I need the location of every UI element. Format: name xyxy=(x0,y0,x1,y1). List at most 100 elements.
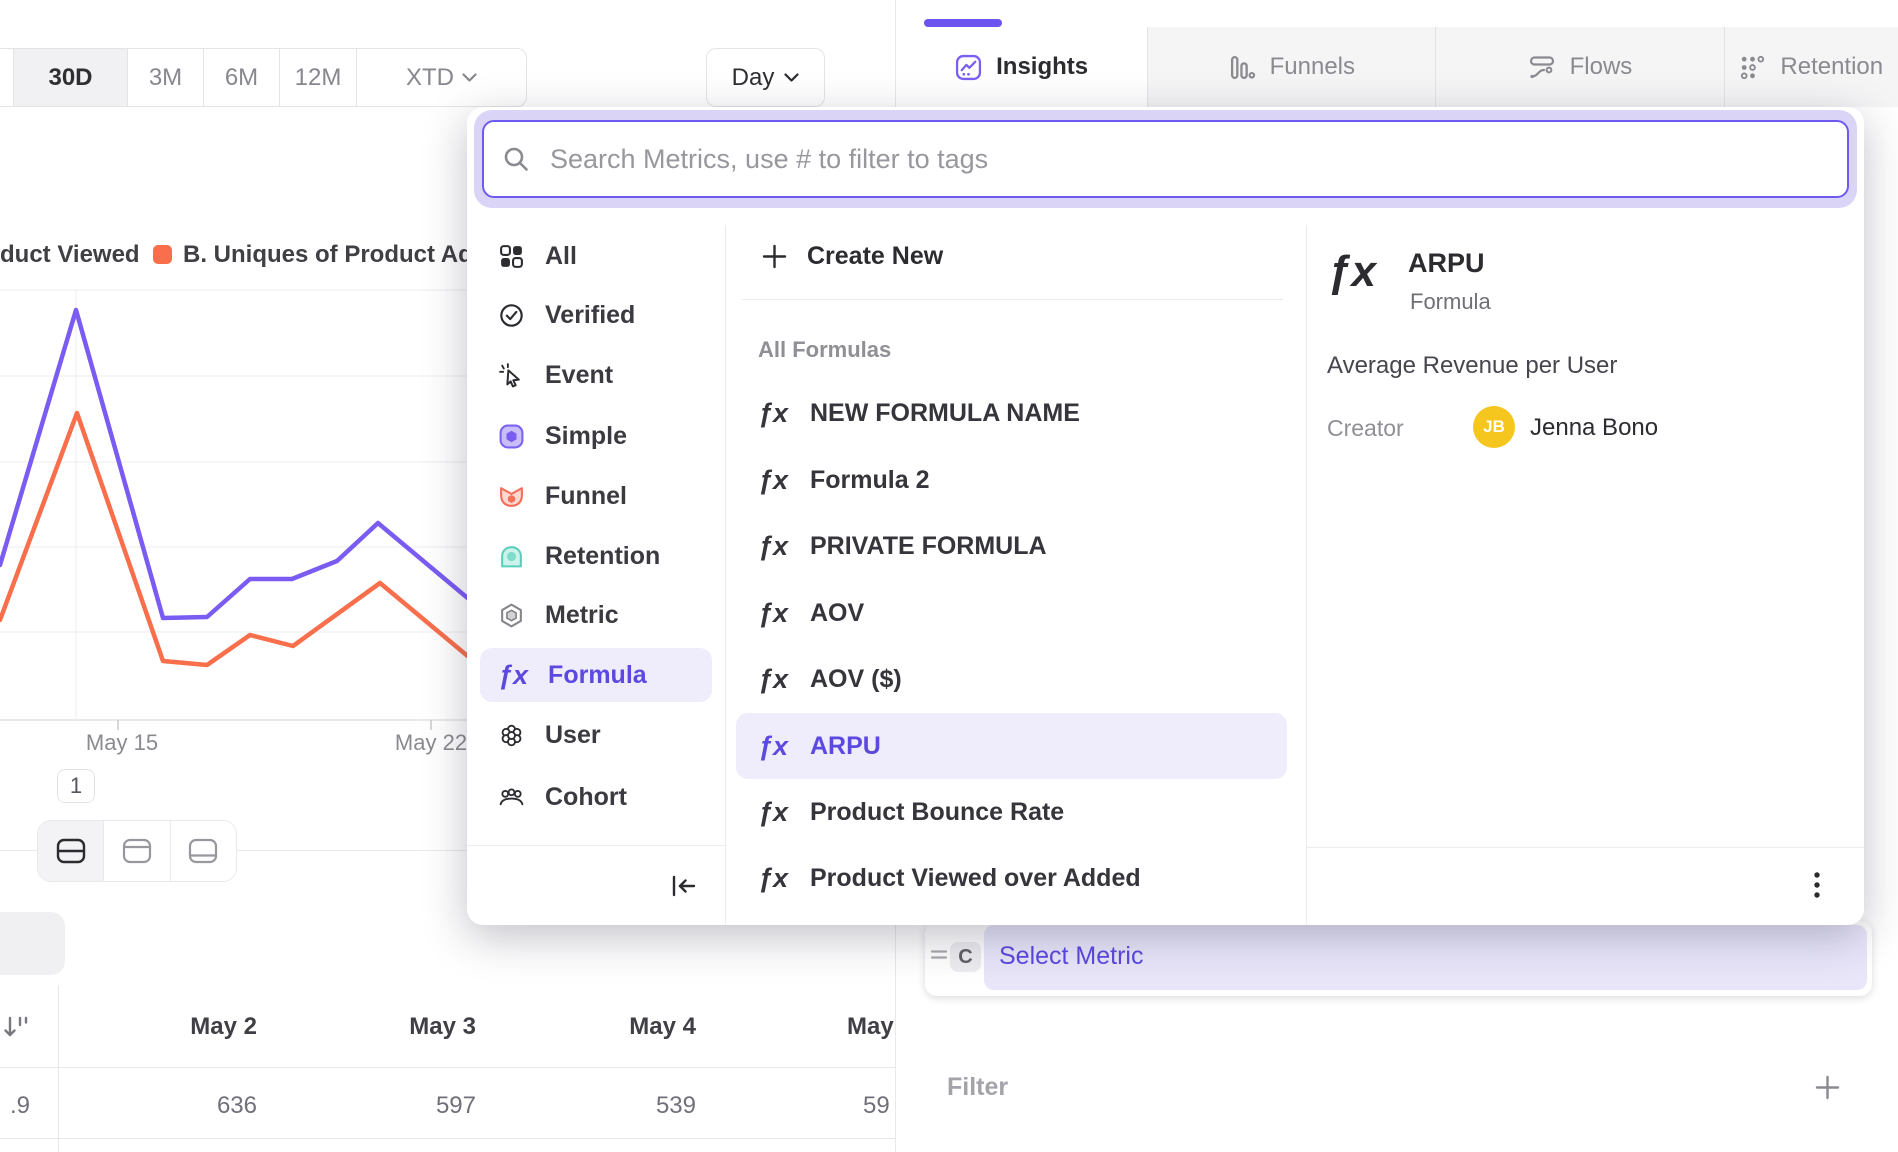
footer-bottom-icon xyxy=(187,838,219,864)
category-verified[interactable]: Verified xyxy=(480,288,712,342)
flows-icon xyxy=(1528,54,1556,81)
category-metric[interactable]: Metric xyxy=(480,588,712,642)
fx-icon: ƒx xyxy=(758,797,794,828)
time-range-control: 30D 3M 6M 12M XTD xyxy=(0,48,527,107)
tab-flows-label: Flows xyxy=(1570,53,1633,81)
table-header[interactable]: May 4 xyxy=(596,1013,696,1041)
time-range-6m[interactable]: 6M xyxy=(203,49,279,106)
series-a-line xyxy=(0,310,470,618)
x-tick-may15: May 15 xyxy=(72,730,172,756)
collapse-sidebar-icon[interactable] xyxy=(670,874,698,898)
category-user[interactable]: User xyxy=(480,708,712,762)
formula-fx-icon: ƒx xyxy=(498,660,528,691)
creator-name: Jenna Bono xyxy=(1530,414,1658,442)
granularity-button[interactable]: Day xyxy=(706,48,825,107)
event-cursor-icon xyxy=(498,362,525,389)
metric-clause-row[interactable]: C Select Metric xyxy=(925,921,1872,996)
formula-list-item-selected[interactable]: ƒxARPU xyxy=(736,713,1287,779)
time-range-30d[interactable]: 30D xyxy=(13,49,127,106)
tab-insights[interactable]: Insights xyxy=(896,27,1147,107)
chevron-down-icon xyxy=(784,73,799,83)
formula-list-item[interactable]: ƒxProduct Bounce Rate xyxy=(736,779,1287,845)
drag-handle-icon[interactable] xyxy=(931,948,947,961)
fx-icon: ƒx xyxy=(758,598,794,629)
tab-funnels[interactable]: Funnels xyxy=(1147,27,1435,107)
fx-icon: ƒx xyxy=(758,664,794,695)
time-range-xtd[interactable]: XTD xyxy=(356,49,526,106)
table-divider xyxy=(0,1138,896,1139)
time-range-3m[interactable]: 3M xyxy=(127,49,203,106)
formula-label: ARPU xyxy=(810,732,881,761)
category-formula[interactable]: ƒx Formula xyxy=(480,648,712,702)
page-number-badge[interactable]: 1 xyxy=(57,769,95,803)
category-label: User xyxy=(545,721,601,750)
header-top-icon xyxy=(121,838,153,864)
insights-icon xyxy=(955,54,982,81)
kebab-menu-icon[interactable] xyxy=(1812,869,1822,903)
table-header[interactable]: May 2 xyxy=(157,1013,257,1041)
split-horizontal-icon xyxy=(55,838,87,864)
category-event[interactable]: Event xyxy=(480,348,712,402)
layout-footer-bottom-button[interactable] xyxy=(170,821,236,881)
metric-icon xyxy=(498,602,525,629)
formula-label: PRIVATE FORMULA xyxy=(810,532,1047,561)
table-cell: 597 xyxy=(376,1092,476,1120)
user-icon xyxy=(498,722,525,749)
category-simple[interactable]: Simple xyxy=(480,409,712,463)
table-header[interactable]: May 3 xyxy=(376,1013,476,1041)
detail-footer-divider xyxy=(1306,847,1864,848)
app-screen: 30D 3M 6M 12M XTD Day Insights xyxy=(0,0,1898,1152)
search-input[interactable]: Search Metrics, use # to filter to tags xyxy=(482,120,1849,198)
metric-select-placeholder[interactable]: Select Metric xyxy=(999,942,1143,971)
layout-toggle-group xyxy=(37,820,237,882)
tab-retention[interactable]: Retention xyxy=(1724,27,1898,107)
tab-flows[interactable]: Flows xyxy=(1435,27,1723,107)
filter-section-label: Filter xyxy=(947,1073,1008,1102)
fx-icon: ƒx xyxy=(758,465,794,496)
detail-fx-icon: ƒx xyxy=(1327,247,1376,297)
category-label: All xyxy=(545,242,577,271)
time-range-xtd-label: XTD xyxy=(406,64,454,92)
formula-list-item[interactable]: ƒx PRIVATE FORMULA xyxy=(736,513,1287,579)
formula-list-item[interactable]: ƒxFormula 2 xyxy=(736,447,1287,513)
report-tabbar: Insights Funnels Flows xyxy=(896,27,1898,107)
sort-icon[interactable] xyxy=(2,1012,32,1042)
table-column-divider xyxy=(58,985,59,1152)
clause-letter-badge: C xyxy=(950,942,981,972)
list-divider xyxy=(742,299,1283,300)
grid-icon xyxy=(498,243,525,270)
category-all[interactable]: All xyxy=(480,229,712,283)
category-retention[interactable]: Retention xyxy=(480,529,712,583)
category-funnel[interactable]: Funnel xyxy=(480,469,712,523)
fx-icon: ƒx xyxy=(758,531,794,562)
granularity-label: Day xyxy=(732,64,775,92)
table-header[interactable]: May xyxy=(847,1013,894,1041)
add-filter-icon[interactable] xyxy=(1814,1074,1841,1101)
layout-header-top-button[interactable] xyxy=(103,821,169,881)
formula-list-item[interactable]: ƒx Product Viewed over Added xyxy=(736,845,1287,911)
search-placeholder: Search Metrics, use # to filter to tags xyxy=(550,144,988,175)
formula-list-item[interactable]: ƒxAOV xyxy=(736,580,1287,646)
detail-title: ARPU xyxy=(1408,248,1485,279)
table-cell: 636 xyxy=(157,1092,257,1120)
formula-list-item[interactable]: ƒxAOV ($) xyxy=(736,646,1287,712)
active-tab-indicator xyxy=(924,19,1002,27)
table-cell: .9 xyxy=(0,1092,30,1120)
category-label: Event xyxy=(545,361,613,390)
formula-list-item[interactable]: ƒxNEW FORMULA NAME xyxy=(736,380,1287,446)
create-new-button[interactable]: Create New xyxy=(761,242,943,271)
fx-icon: ƒx xyxy=(758,863,794,894)
time-range-cut-segment[interactable] xyxy=(0,49,13,106)
time-range-12m[interactable]: 12M xyxy=(279,49,356,106)
section-heading: All Formulas xyxy=(758,337,891,363)
line-chart[interactable] xyxy=(0,240,470,760)
creator-label: Creator xyxy=(1327,415,1404,442)
avatar: JB xyxy=(1473,406,1515,448)
category-label: Cohort xyxy=(545,783,627,812)
layout-split-horizontal-button[interactable] xyxy=(38,821,103,881)
category-cohort[interactable]: Cohort xyxy=(480,770,712,824)
detail-description: Average Revenue per User xyxy=(1327,352,1617,380)
formula-label: Product Viewed over Added xyxy=(810,864,1141,893)
table-cell: 59 xyxy=(863,1092,890,1120)
fx-icon: ƒx xyxy=(758,398,794,429)
